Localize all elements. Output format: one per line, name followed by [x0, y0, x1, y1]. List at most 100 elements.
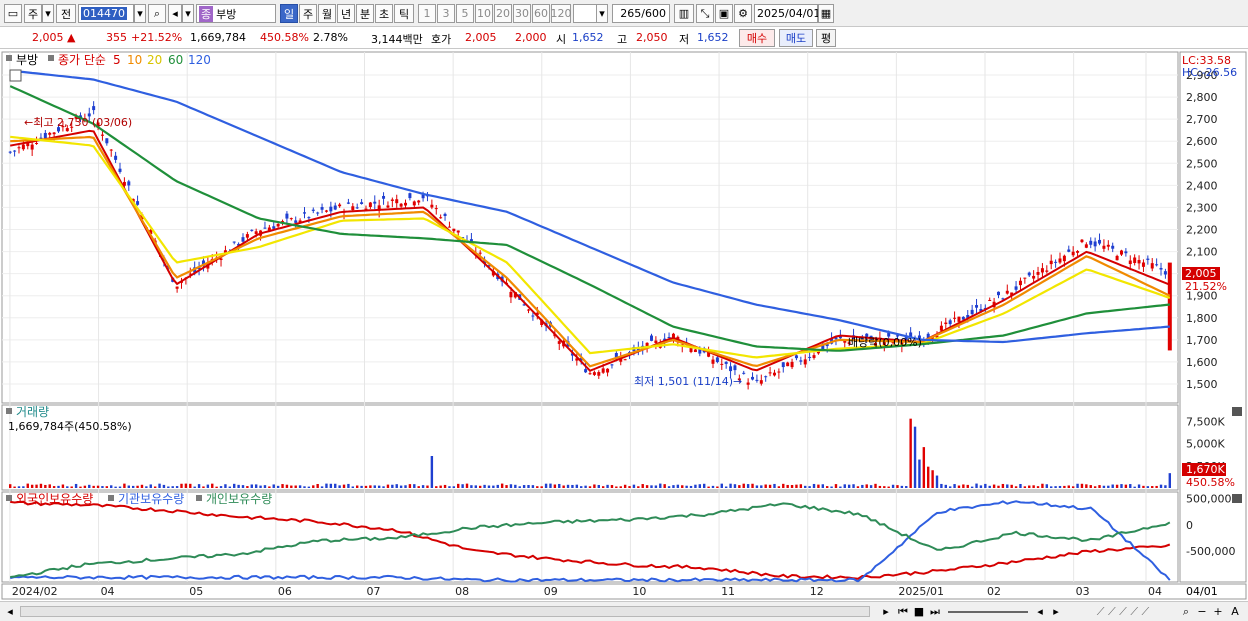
auto-scale-icon[interactable]: A [1228, 604, 1242, 619]
period-day-label: 일 [283, 7, 295, 21]
volume-bar [597, 484, 600, 488]
volume-bar [1164, 485, 1167, 488]
x-tick-label: 05 [189, 585, 203, 598]
calendar-icon[interactable]: ▦ [818, 4, 834, 23]
period-week[interactable]: 주 [299, 4, 317, 23]
volume-bar [1080, 483, 1084, 488]
turnover-rate: 2.78% [313, 31, 348, 44]
candle-body [1111, 245, 1115, 249]
zoom-out-icon[interactable]: − [1196, 604, 1208, 619]
window-menu-icon[interactable]: ▭ [4, 4, 22, 23]
volume-bar [435, 486, 438, 488]
zoom-search-icon[interactable]: ⌕ [1180, 604, 1192, 619]
period-year[interactable]: 년 [337, 4, 355, 23]
candle-type-icon[interactable]: ▥ [674, 4, 694, 23]
horizontal-scrollbar[interactable] [20, 604, 870, 619]
interval-5[interactable]: 5 [456, 4, 474, 23]
candle-body [289, 218, 293, 220]
period-month[interactable]: 월 [318, 4, 336, 23]
candle-body [1023, 277, 1027, 279]
volume-bar [764, 484, 767, 488]
volume-bar [650, 485, 653, 488]
volume-bar [566, 484, 570, 488]
eval-button[interactable]: 평 [816, 29, 836, 47]
candle-body [390, 199, 394, 201]
period-day[interactable]: 일 [280, 4, 298, 23]
interval-10[interactable]: 10 [475, 4, 493, 23]
scroll-right-icon[interactable]: ▸ [880, 604, 892, 619]
candle-body [808, 356, 812, 358]
table-toggle-icon[interactable] [9, 69, 22, 82]
zoom-slider[interactable] [948, 604, 1028, 619]
search-icon[interactable]: ⌕ [148, 4, 166, 23]
candle-body [746, 382, 750, 385]
candle-body [1150, 263, 1154, 269]
nav-right-icon[interactable]: ▸ [1048, 604, 1064, 619]
volume-panel-close-icon[interactable] [1232, 407, 1242, 416]
candle-body [751, 376, 755, 380]
draw-tools[interactable]: ⟋ ⟋ ⟋ ⟋ ⟋ [1068, 604, 1178, 619]
candle-body [430, 204, 434, 208]
stop-icon[interactable]: ■ [912, 604, 926, 619]
volume-bar [224, 484, 227, 488]
count-field[interactable]: 265/600 [612, 4, 670, 23]
candle-body [1128, 260, 1132, 265]
x-tick-label: 04 [101, 585, 115, 598]
prev-button[interactable]: 전 [56, 4, 76, 23]
candle-body [1045, 270, 1049, 272]
volume-bar [628, 486, 631, 488]
period-second[interactable]: 초 [375, 4, 393, 23]
interval-30[interactable]: 30 [513, 4, 531, 23]
volume-bar [1115, 484, 1119, 488]
volume-bar [276, 485, 280, 488]
volume-bar [847, 484, 851, 488]
price-tick-label: 2,300 [1186, 201, 1218, 214]
candle-body [1014, 286, 1018, 290]
save-icon[interactable]: ▣ [715, 4, 733, 23]
zoom-in-icon[interactable]: + [1212, 604, 1224, 619]
draw-tool-icon[interactable]: ⤡ [696, 4, 714, 23]
dividend-annotation: 배당락(0,00%) [848, 336, 922, 349]
volume-bar [184, 483, 188, 488]
volume-bar [913, 426, 917, 488]
volume-bar [1133, 486, 1136, 488]
date-input[interactable]: 2025/04/01 [754, 4, 820, 23]
candle-body [1054, 261, 1058, 263]
sell-button[interactable]: 매도 [779, 29, 813, 47]
interval-20[interactable]: 20 [494, 4, 512, 23]
market-select[interactable]: 주 [24, 4, 42, 23]
period-month-label: 월 [321, 7, 333, 21]
speaker-icon[interactable]: ◂ [168, 4, 182, 23]
period-minute[interactable]: 분 [356, 4, 374, 23]
interval-1[interactable]: 1 [418, 4, 436, 23]
interval-dropdown-icon[interactable]: ▾ [596, 4, 608, 23]
play-back-icon[interactable]: ⏮ [896, 604, 910, 619]
ask-price-2: 2,000 [515, 31, 547, 44]
interval-3[interactable]: 3 [437, 4, 455, 23]
market-dropdown-icon[interactable]: ▾ [42, 4, 54, 23]
buy-button[interactable]: 매수 [739, 29, 775, 47]
candle-body [92, 106, 96, 111]
stock-name-field[interactable]: 종 부방 [196, 4, 276, 23]
chart-area[interactable]: 2,900 2,800 2,700 2,600 2,500 2,400 2,300 2,200… [0, 50, 1248, 601]
candle-body [509, 291, 513, 298]
settings-gear-icon[interactable]: ⚙ [734, 4, 752, 23]
scroll-left-icon[interactable]: ◂ [4, 604, 16, 619]
interval-120[interactable]: 120 [551, 4, 572, 23]
play-forward-icon[interactable]: ⏭ [928, 604, 942, 619]
candle-body [245, 234, 249, 238]
period-tick[interactable]: 틱 [394, 4, 414, 23]
code-dropdown-icon[interactable]: ▾ [134, 4, 146, 23]
speaker-dropdown-icon[interactable]: ▾ [182, 4, 194, 23]
candle-body [689, 347, 693, 353]
candle-body [478, 252, 482, 254]
candle-body [975, 305, 979, 308]
volume-bar [254, 484, 258, 488]
count-total: /600 [641, 7, 666, 20]
stock-code-input[interactable]: 014470 [78, 4, 134, 23]
volume-bar [1032, 485, 1035, 488]
holding-panel-close-icon[interactable] [1232, 494, 1242, 503]
interval-60[interactable]: 60 [532, 4, 550, 23]
x-tick-label: 02 [987, 585, 1001, 598]
nav-left-icon[interactable]: ◂ [1032, 604, 1048, 619]
